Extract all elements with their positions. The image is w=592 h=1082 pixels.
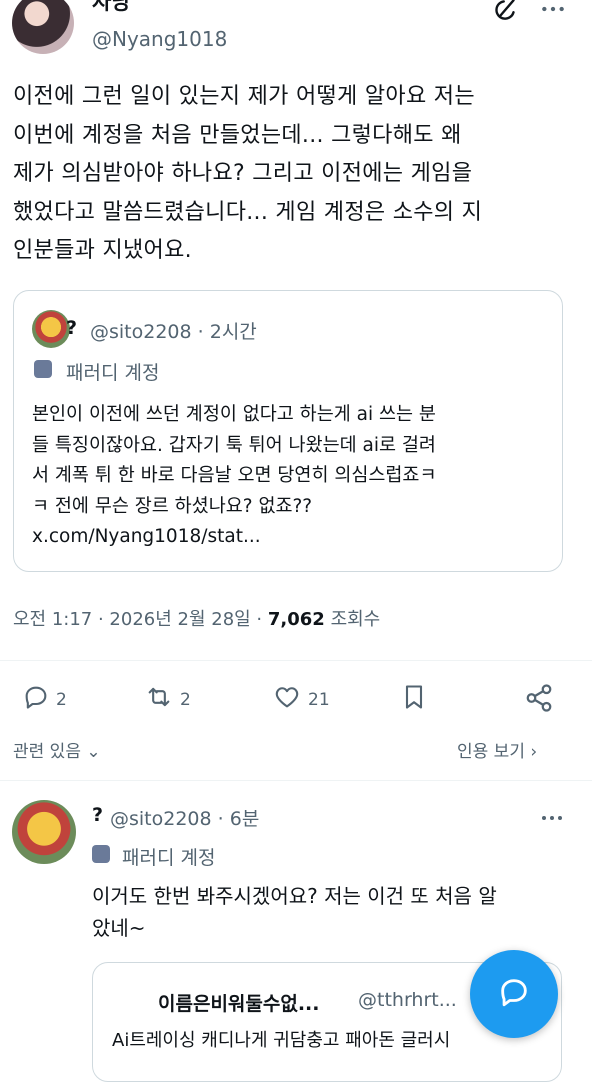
- parody-mask-icon: [34, 360, 52, 382]
- reply-quoted-name: 이름은비워둘수없...: [158, 993, 320, 1015]
- reply-quoted-handle: @tthrhrt...: [358, 989, 457, 1011]
- retweet-count: 2: [180, 689, 191, 710]
- quoted-text: 본인이 이전에 쓰던 계정이 없다고 하는게 ai 쓰는 분 들 특징이잖아요.…: [32, 404, 437, 547]
- quoted-name: ?: [66, 317, 78, 339]
- related-label: 관련 있음: [13, 742, 81, 762]
- tweet-text: 이전에 그런 일이 있는지 제가 어떻게 알아요 저는 이번에 계정을 처음 만…: [13, 84, 483, 263]
- like-count: 21: [308, 689, 330, 710]
- heart-icon: [272, 683, 302, 716]
- reply-text: 이거도 한번 봐주시겠어요? 저는 이건 또 처음 알 았네~: [92, 884, 497, 940]
- share-button[interactable]: [524, 683, 554, 718]
- bookmark-button[interactable]: [400, 683, 428, 716]
- compose-button[interactable]: [470, 950, 558, 1038]
- compose-icon: [497, 975, 531, 1013]
- tweet-meta: 오전 1:17 · 2026년 2월 28일 · 7,062 조회수: [13, 605, 380, 631]
- quotes-label: 인용 보기: [457, 742, 525, 762]
- author-display-name[interactable]: 자낭: [92, 0, 131, 16]
- reply-count: 2: [56, 689, 67, 710]
- timestamp: 오전 1:17 · 2026년 2월 28일 ·: [13, 609, 268, 630]
- author-handle[interactable]: @Nyang1018: [92, 27, 227, 51]
- author-avatar[interactable]: [12, 0, 74, 54]
- more-icon[interactable]: [540, 806, 564, 834]
- reply-quoted-text: Ai트레이싱 캐디나게 귀담충고 패아돈 글러시: [112, 1030, 451, 1051]
- reply-avatar[interactable]: [12, 800, 76, 864]
- quoted-avatar: [32, 310, 70, 348]
- reply-author-name[interactable]: ?: [92, 804, 103, 826]
- retweet-button[interactable]: 2: [144, 683, 191, 716]
- more-icon[interactable]: [540, 0, 566, 28]
- views-count: 7,062: [267, 609, 325, 630]
- like-button[interactable]: 21: [272, 683, 330, 716]
- related-dropdown[interactable]: 관련 있음 ⌄: [13, 737, 101, 762]
- grok-icon[interactable]: [494, 0, 520, 28]
- chevron-down-icon: ⌄: [86, 742, 101, 762]
- divider: [0, 660, 592, 661]
- bookmark-icon: [400, 683, 428, 716]
- view-quotes-link[interactable]: 인용 보기 ›: [457, 737, 537, 762]
- divider: [0, 780, 592, 781]
- quoted-parody-label: 패러디 계정: [66, 362, 160, 384]
- share-icon: [524, 683, 554, 718]
- parody-mask-icon: [92, 845, 110, 867]
- reply-icon: [22, 683, 50, 716]
- reply-parody-label: 패러디 계정: [122, 847, 216, 869]
- quoted-handle-time: @sito2208 · 2시간: [90, 321, 257, 343]
- retweet-icon: [144, 683, 174, 716]
- reply-button[interactable]: 2: [22, 683, 67, 716]
- views-label: 조회수: [330, 609, 381, 630]
- chevron-right-icon: ›: [530, 742, 538, 762]
- reply-handle-time[interactable]: @sito2208 · 6분: [110, 804, 259, 831]
